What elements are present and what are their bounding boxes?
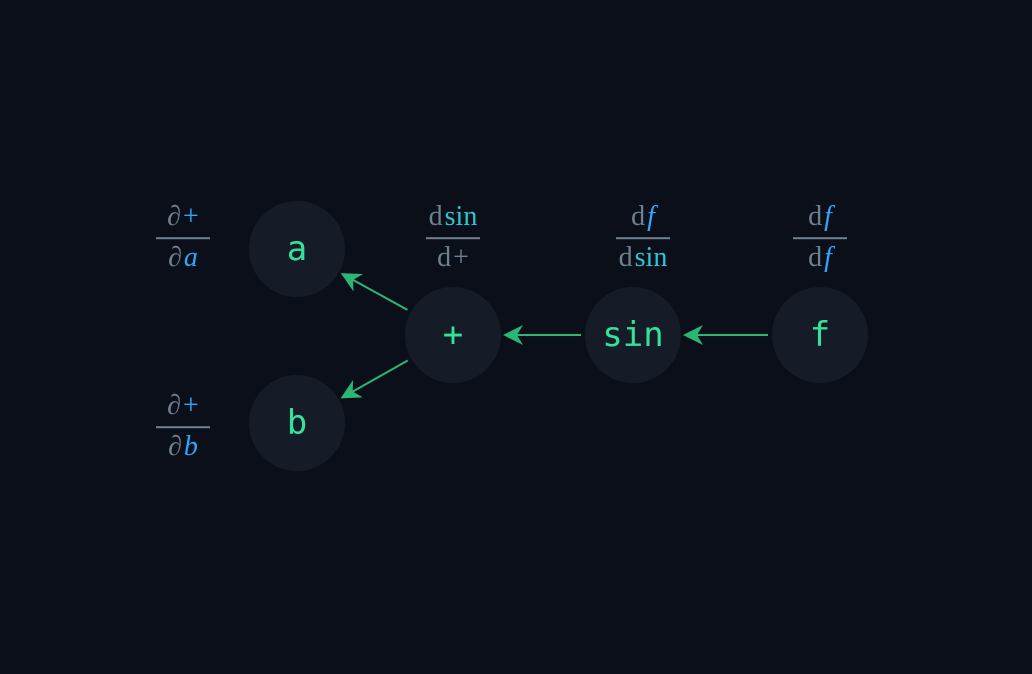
- deriv-label-sin: d f d sin: [616, 202, 670, 274]
- deriv-label-f: d f d f: [793, 202, 847, 274]
- fraction-bar: [616, 237, 670, 239]
- deriv-label-b: ∂ + ∂ b: [156, 391, 210, 463]
- d-symbol: d: [808, 243, 822, 274]
- partial-symbol: ∂: [167, 391, 181, 422]
- node-b-label: b: [287, 406, 307, 440]
- fraction-bar: [793, 237, 847, 239]
- diagram-stage: { "nodes": { "a": { "label": "a", "x": 2…: [0, 0, 1032, 674]
- num-var: +: [183, 202, 199, 233]
- node-plus: +: [405, 287, 501, 383]
- fraction-bar: [156, 237, 210, 239]
- node-sin-label: sin: [602, 318, 663, 352]
- d-symbol: d: [619, 243, 633, 274]
- num-var: +: [183, 391, 199, 422]
- node-b: b: [249, 375, 345, 471]
- partial-symbol: ∂: [168, 432, 182, 463]
- node-plus-label: +: [443, 318, 463, 352]
- partial-symbol: ∂: [168, 243, 182, 274]
- partial-symbol: ∂: [167, 202, 181, 233]
- arrow-plus-to-b: [344, 361, 408, 397]
- d-symbol: d: [429, 202, 443, 233]
- node-f-label: f: [810, 318, 830, 352]
- node-sin: sin: [585, 287, 681, 383]
- den-var: b: [184, 432, 198, 463]
- fraction-bar: [156, 426, 210, 428]
- den-var: a: [184, 243, 198, 274]
- den-var: sin: [635, 243, 668, 274]
- arrow-plus-to-a: [344, 275, 407, 310]
- num-var: f: [647, 202, 655, 233]
- d-symbol: d: [808, 202, 822, 233]
- deriv-label-plus: d sin d +: [426, 202, 480, 274]
- node-a: a: [249, 201, 345, 297]
- fraction-bar: [426, 237, 480, 239]
- d-symbol: d: [631, 202, 645, 233]
- node-f: f: [772, 287, 868, 383]
- node-a-label: a: [287, 232, 307, 266]
- d-symbol: d: [437, 243, 451, 274]
- num-var: f: [824, 202, 832, 233]
- den-var: +: [453, 243, 469, 274]
- num-var: sin: [445, 202, 478, 233]
- den-var: f: [824, 243, 832, 274]
- deriv-label-a: ∂ + ∂ a: [156, 202, 210, 274]
- arrows-layer: [0, 0, 1032, 674]
